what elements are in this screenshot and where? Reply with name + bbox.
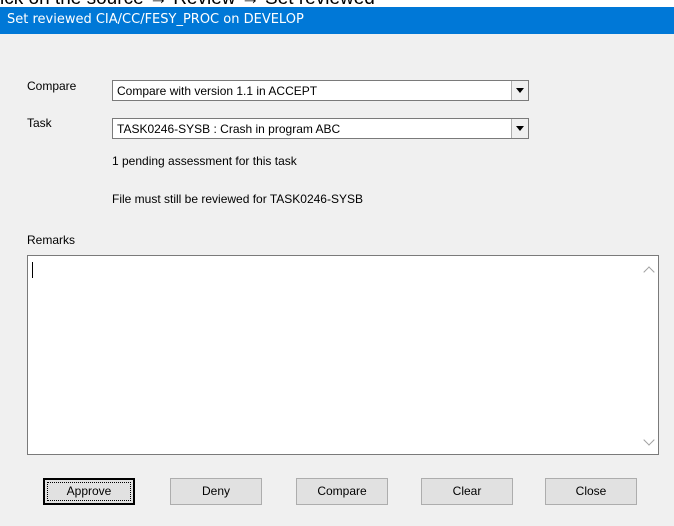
compare-button-label: Compare (317, 484, 367, 498)
compare-dropdown[interactable]: Compare with version 1.1 in ACCEPT (112, 80, 529, 101)
approve-button[interactable]: Approve (43, 478, 135, 505)
text-caret (32, 262, 33, 278)
remarks-label: Remarks (27, 233, 76, 247)
chevron-down-icon[interactable] (511, 119, 528, 138)
review-status-text: File must still be reviewed for TASK0246… (112, 192, 363, 206)
close-button-label: Close (575, 484, 607, 498)
compare-dropdown-value: Compare with version 1.1 in ACCEPT (117, 84, 318, 98)
deny-button-label: Deny (201, 484, 230, 498)
title-bar: Set reviewed CIA/CC/FESY_PROC on DEVELOP (0, 7, 674, 34)
deny-button[interactable]: Deny (170, 478, 262, 505)
task-label: Task (27, 116, 52, 130)
pending-assessment-text: 1 pending assessment for this task (112, 154, 297, 168)
window-title: Set reviewed CIA/CC/FESY_PROC on DEVELOP (7, 12, 304, 27)
task-dropdown[interactable]: TASK0246-SYSB : Crash in program ABC (112, 118, 529, 139)
clear-button-label: Clear (452, 484, 482, 498)
remarks-textarea[interactable] (27, 255, 659, 455)
remarks-scrollbar[interactable] (640, 256, 658, 454)
chevron-down-icon[interactable] (511, 81, 528, 100)
task-dropdown-value: TASK0246-SYSB : Crash in program ABC (117, 122, 341, 136)
chevron-up-icon[interactable] (643, 266, 655, 278)
approve-button-label: Approve (66, 484, 112, 498)
compare-button[interactable]: Compare (296, 478, 388, 505)
chevron-down-icon[interactable] (643, 434, 655, 446)
compare-label: Compare (27, 79, 77, 93)
clear-button[interactable]: Clear (421, 478, 513, 505)
close-button[interactable]: Close (545, 478, 637, 505)
